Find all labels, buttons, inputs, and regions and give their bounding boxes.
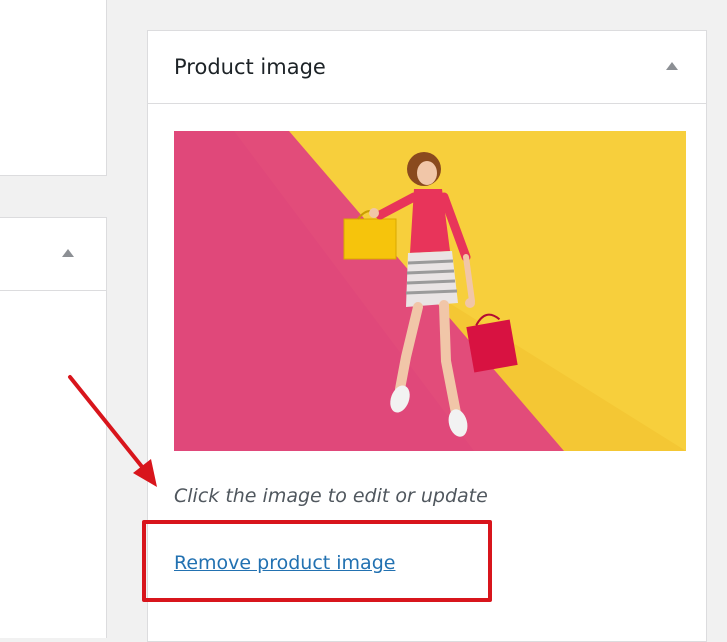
- edit-image-hint: Click the image to edit or update: [174, 485, 488, 507]
- left-metabox-top: [0, 0, 107, 176]
- annotation-arrow: [68, 375, 157, 487]
- collapse-triangle-icon[interactable]: [666, 62, 678, 70]
- product-image[interactable]: [174, 131, 686, 451]
- metabox-header: Product image: [148, 31, 706, 104]
- left-metabox-header: [0, 218, 106, 291]
- product-photo-illustration: [174, 131, 686, 451]
- collapse-triangle-icon[interactable]: [62, 249, 74, 257]
- metabox-title: Product image: [174, 55, 326, 79]
- annotation-highlight-box: [142, 520, 492, 602]
